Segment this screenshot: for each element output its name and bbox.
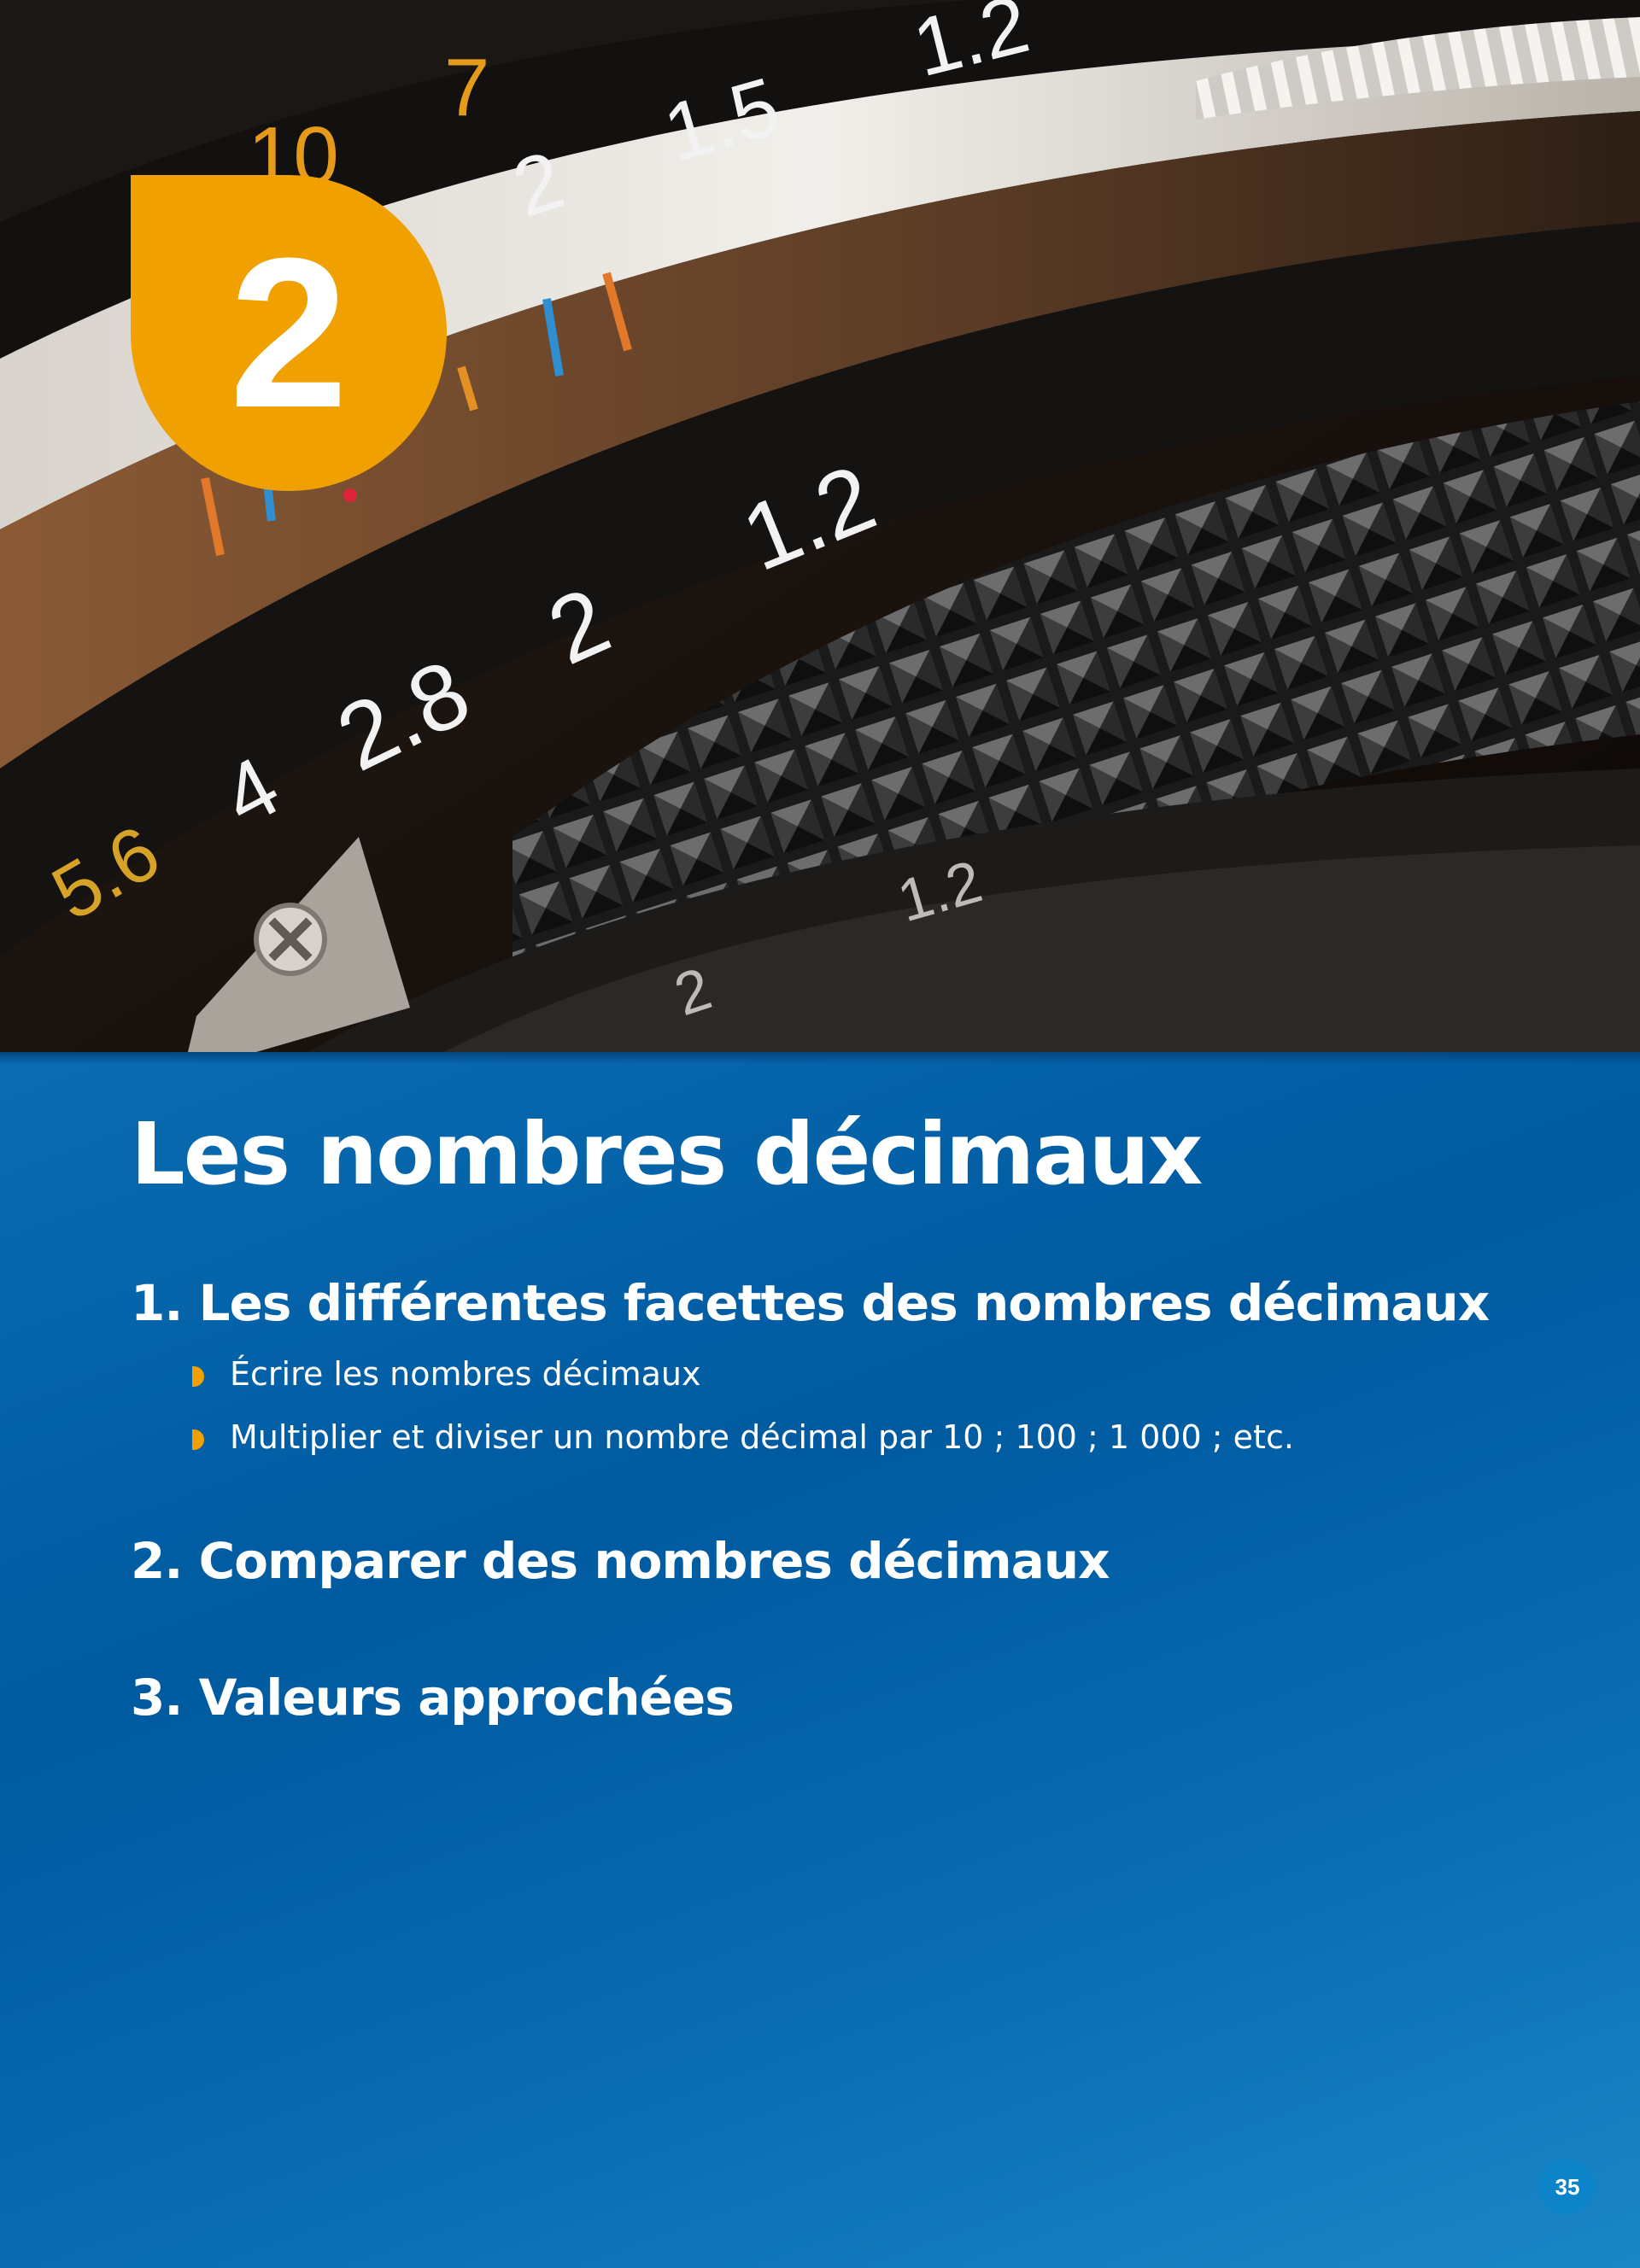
list-item: Écrire les nombres décimaux — [192, 1342, 1294, 1406]
chapter-panel: Les nombres décimaux 1. Les différentes … — [0, 1052, 1640, 2268]
section-1-items: Écrire les nombres décimaux Multiplier e… — [192, 1342, 1294, 1469]
bullet-arrow-icon — [192, 1429, 204, 1450]
list-item-label: Multiplier et diviser un nombre décimal … — [230, 1418, 1294, 1456]
camera-lens-icon: 7 10 2 1.5 1.2 5.6 4 2.8 2 1.2 2 1.2 — [0, 0, 1640, 1052]
section-2-heading: 2. Comparer des nombres décimaux — [131, 1532, 1110, 1590]
list-item: Multiplier et diviser un nombre décimal … — [192, 1406, 1294, 1469]
chapter-title: Les nombres décimaux — [131, 1104, 1203, 1204]
chapter-number: 2 — [229, 213, 348, 452]
camera-lens-photo: 7 10 2 1.5 1.2 5.6 4 2.8 2 1.2 2 1.2 2 — [0, 0, 1640, 1052]
section-3-heading: 3. Valeurs approchées — [131, 1669, 735, 1727]
bullet-arrow-icon — [192, 1366, 204, 1387]
page-number: 35 — [1539, 2159, 1596, 2215]
chapter-badge: 2 — [131, 175, 447, 491]
focus-scale-7: 7 — [444, 42, 489, 133]
section-1-heading: 1. Les différentes facettes des nombres … — [131, 1274, 1490, 1332]
list-item-label: Écrire les nombres décimaux — [230, 1355, 701, 1393]
panel-top-shadow — [0, 1052, 1640, 1064]
